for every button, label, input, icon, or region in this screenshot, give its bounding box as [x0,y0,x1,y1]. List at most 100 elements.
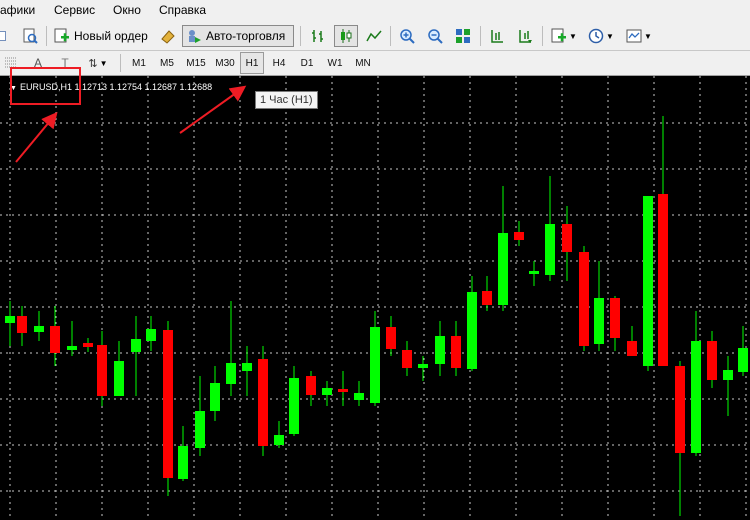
candle-body [451,336,461,368]
candle [114,341,124,396]
menu-window[interactable]: Окно [113,3,141,17]
line-chart-icon[interactable] [363,25,385,47]
new-order-button[interactable]: Новый ордер [51,25,151,47]
candle-body [258,359,268,446]
arrows-dropdown-icon: ▼ [99,58,108,68]
candle [435,321,445,376]
candle [723,356,733,416]
autotrade-label: Авто-торговля [206,29,286,43]
timeframe-tooltip: 1 Час (H1) [255,91,318,109]
indicators-dropdown-icon: ▼ [569,31,577,41]
candle [210,366,220,421]
candle-body [289,378,299,434]
candle [146,316,156,351]
timeframe-w1[interactable]: W1 [322,52,348,74]
candle [386,316,396,356]
candle-body [529,271,539,274]
candle [5,301,15,346]
chart-shift-icon[interactable] [486,25,508,47]
candle [242,346,252,396]
candle-body [514,232,524,240]
candle [545,176,555,281]
timeframe-m15[interactable]: M15 [182,52,210,74]
candlestick-chart-icon[interactable] [334,25,358,47]
candle-body [386,327,396,349]
candle-body [50,326,60,353]
candle [579,246,589,351]
templates-icon[interactable]: ▼ [622,25,656,47]
autotrade-button[interactable]: Авто-торговля [182,25,294,47]
candle [707,331,717,388]
timeframe-mn[interactable]: MN [350,52,376,74]
candle-body [723,370,733,380]
candle [83,338,93,352]
candle-body [707,341,717,380]
profile-icon[interactable] [0,25,8,47]
timeframe-m5[interactable]: M5 [154,52,180,74]
candle [691,311,701,456]
timeframe-h4[interactable]: H4 [266,52,292,74]
menu-help[interactable]: Справка [159,3,206,17]
candle-body [579,252,589,346]
auto-scroll-icon[interactable] [514,25,536,47]
candle-body [435,336,445,364]
timeframe-m30[interactable]: M30 [211,52,239,74]
candle-body [5,316,15,323]
tile-windows-icon[interactable] [452,25,474,47]
candle-body [610,298,620,338]
timeframe-m1[interactable]: M1 [126,52,152,74]
candle [258,346,268,456]
candle-body [418,364,428,368]
candle [451,321,461,376]
candle [354,381,364,406]
candle-body [402,350,412,368]
candle-body [691,341,701,453]
candle [67,321,77,356]
candle-body [338,389,348,392]
arrows-tool-icon[interactable]: ⇅ ▼ [83,52,113,74]
candle-body [83,343,93,347]
candle [529,261,539,286]
new-order-label: Новый ордер [74,29,148,43]
candle-body [467,292,477,369]
candle [97,331,107,406]
candle [34,311,44,341]
chart-area[interactable] [0,76,750,520]
candle-body [17,316,27,333]
candle-body [354,393,364,400]
candle [498,186,508,311]
zoom-in-icon[interactable] [396,25,418,47]
timeframe-h1[interactable]: H1 [240,52,264,74]
menu-bar: афики Сервис Окно Справка [0,0,750,23]
chart-grid [0,76,750,520]
timeframe-d1[interactable]: D1 [294,52,320,74]
candle-body [114,361,124,396]
candle-body [594,298,604,344]
candle-body [738,348,748,372]
templates-dropdown-icon: ▼ [644,31,652,41]
price-chart[interactable] [0,76,750,520]
candles [5,116,748,516]
candle [322,381,332,406]
new-order-icon [54,28,69,43]
indicators-icon[interactable]: ▼ [548,25,580,47]
zoom-out-icon[interactable] [424,25,446,47]
candle-body [627,341,637,356]
candle-body [131,339,141,352]
candle [306,371,316,406]
candle-body [306,376,316,395]
candle [514,221,524,246]
annotation-highlight-box [10,67,81,105]
periods-clock-icon[interactable]: ▼ [585,25,617,47]
candle-body [498,233,508,305]
candle-body [210,383,220,411]
menu-charts[interactable]: афики [0,3,35,17]
bar-chart-icon[interactable] [307,25,329,47]
zoom-doc-icon[interactable] [18,25,42,47]
metaeditor-icon[interactable] [157,25,179,47]
candle [627,326,637,356]
candle [610,296,620,351]
menu-service[interactable]: Сервис [54,3,95,17]
candle-body [562,224,572,252]
candle [594,261,604,351]
